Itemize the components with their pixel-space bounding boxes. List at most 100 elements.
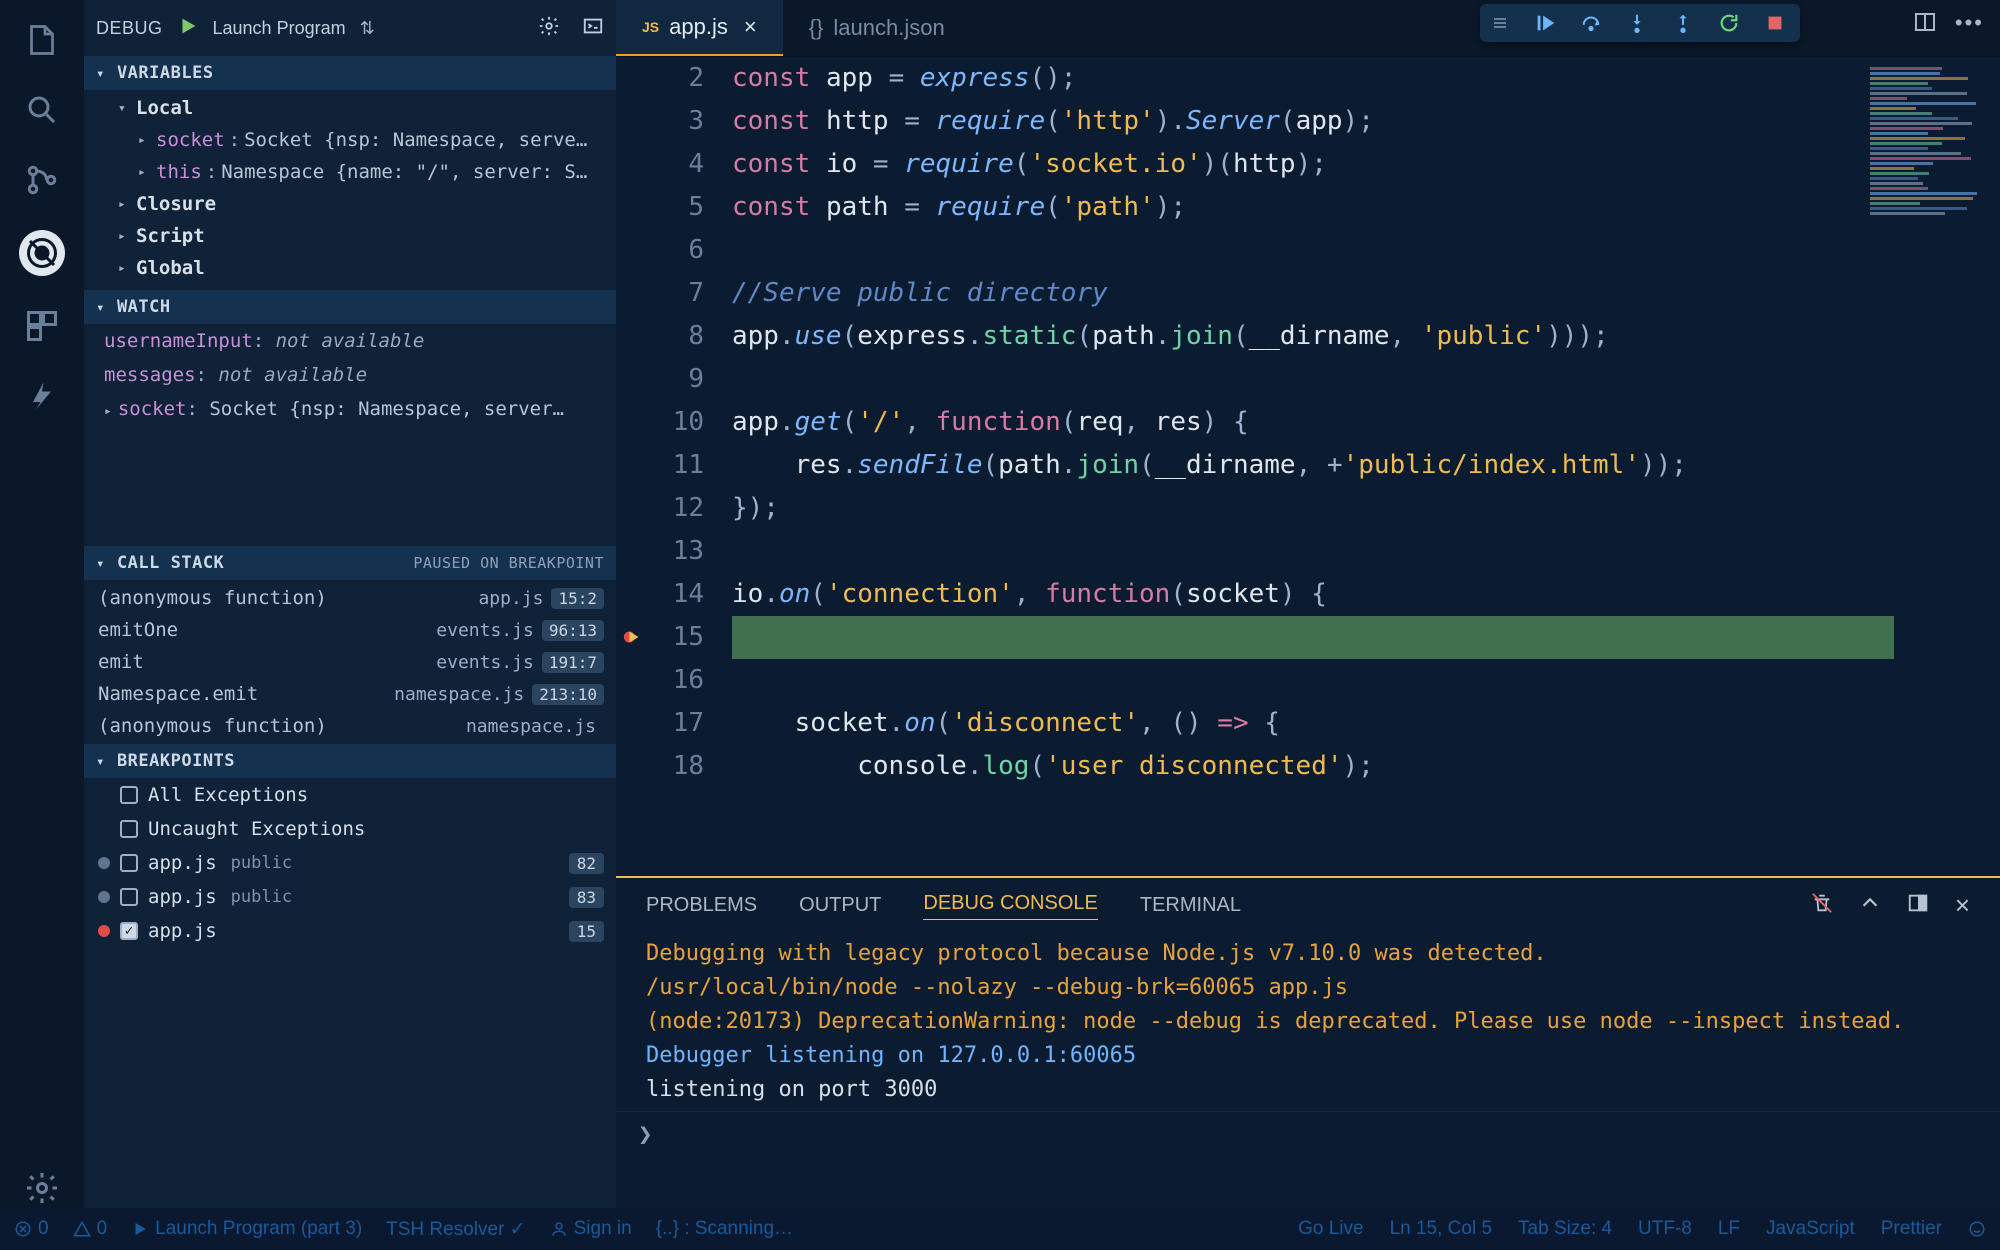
code-line[interactable]: 12}); [672, 487, 2000, 530]
variable-scope[interactable]: Global [84, 252, 616, 284]
callstack-header[interactable]: CALL STACKPAUSED ON BREAKPOINT [84, 546, 616, 580]
step-into-icon[interactable] [1626, 12, 1648, 34]
breakpoint-item[interactable]: Uncaught Exceptions [84, 812, 616, 846]
watch-expression[interactable]: messages: not available [84, 358, 616, 392]
status-item[interactable]: LF [1718, 1218, 1740, 1240]
variables-header[interactable]: VARIABLES [84, 56, 616, 90]
status-item[interactable]: UTF-8 [1638, 1218, 1692, 1240]
callstack-frame[interactable]: (anonymous function)namespace.js [84, 710, 616, 742]
code-line[interactable]: 13 [672, 530, 2000, 573]
code-line[interactable]: 10app.get('/', function(req, res) { [672, 401, 2000, 444]
close-tab-icon[interactable]: × [744, 14, 757, 40]
code-line[interactable]: 18 console.log('user disconnected'); [672, 745, 2000, 788]
status-item[interactable]: Sign in [550, 1218, 632, 1240]
current-line-marker-icon [622, 626, 644, 648]
callstack-frame[interactable]: emitevents.js191:7 [84, 646, 616, 678]
split-editor-icon[interactable] [1913, 10, 1937, 39]
variable-scope[interactable]: Closure [84, 188, 616, 220]
code-line[interactable]: 8app.use(express.static(path.join(__dirn… [672, 315, 2000, 358]
variable-item[interactable]: socket: Socket {nsp: Namespace, serve… [84, 124, 616, 156]
watch-expression[interactable]: usernameInput: not available [84, 324, 616, 358]
code-line[interactable]: 17 socket.on('disconnect', () => { [672, 702, 2000, 745]
status-item[interactable]: JavaScript [1766, 1218, 1855, 1240]
breakpoint-item[interactable]: app.js public 82 [84, 846, 616, 880]
editor-tab[interactable]: {} launch.json [783, 0, 971, 56]
status-item[interactable]: Tab Size: 4 [1518, 1218, 1612, 1240]
code-editor[interactable]: 2const app = express();3const http = req… [616, 57, 2000, 876]
panel-tab[interactable]: OUTPUT [799, 894, 881, 917]
breakpoint-checkbox[interactable] [120, 854, 138, 872]
azure-icon[interactable] [22, 376, 62, 416]
breakpoint-item[interactable]: ✓ app.js 15 [84, 914, 616, 948]
explorer-icon[interactable] [22, 20, 62, 60]
drag-handle-icon[interactable] [1494, 18, 1506, 28]
panel-collapse-icon[interactable] [1859, 892, 1881, 920]
code-line[interactable]: 7//Serve public directory [672, 272, 2000, 315]
breakpoints-header[interactable]: BREAKPOINTS [84, 744, 616, 778]
variable-scope[interactable]: Script [84, 220, 616, 252]
step-out-icon[interactable] [1672, 12, 1694, 34]
minimap[interactable] [1870, 65, 1990, 215]
tab-bar: JS app.js × {} launch.json ••• [616, 0, 2000, 56]
code-line[interactable]: 16 [672, 659, 2000, 702]
breakpoint-checkbox[interactable] [120, 820, 138, 838]
panel-tab[interactable]: TERMINAL [1140, 894, 1241, 917]
callstack-frame[interactable]: Namespace.emitnamespace.js213:10 [84, 678, 616, 710]
code-line[interactable]: 14io.on('connection', function(socket) { [672, 573, 2000, 616]
callstack-frame[interactable]: emitOneevents.js96:13 [84, 614, 616, 646]
callstack-frame[interactable]: (anonymous function)app.js15:2 [84, 582, 616, 614]
line-number: 3 [672, 100, 732, 143]
code-line[interactable]: 9 [672, 358, 2000, 401]
continue-icon[interactable] [1534, 12, 1556, 34]
extensions-icon[interactable] [22, 306, 62, 346]
breakpoint-checkbox[interactable] [120, 786, 138, 804]
status-item[interactable] [1968, 1220, 1986, 1238]
code-line[interactable]: 6 [672, 229, 2000, 272]
status-item[interactable]: 0 [73, 1218, 108, 1240]
status-item[interactable]: {..} : Scanning… [656, 1218, 793, 1240]
stop-icon[interactable] [1764, 12, 1786, 34]
clear-console-icon[interactable] [1811, 892, 1833, 920]
code-line[interactable]: 3const http = require('http').Server(app… [672, 100, 2000, 143]
debug-console-toggle-icon[interactable] [582, 15, 604, 42]
watch-header[interactable]: WATCH [84, 290, 616, 324]
debug-icon[interactable] [19, 230, 65, 276]
variable-scope[interactable]: Local [84, 92, 616, 124]
settings-gear-icon[interactable] [22, 1168, 62, 1208]
panel-layout-icon[interactable] [1907, 892, 1929, 920]
more-actions-icon[interactable]: ••• [1955, 10, 1984, 39]
status-item[interactable]: Ln 15, Col 5 [1390, 1218, 1492, 1240]
debug-config-selector[interactable]: Launch Program [213, 18, 346, 39]
status-item[interactable]: 0 [14, 1218, 49, 1240]
breakpoint-checkbox[interactable]: ✓ [120, 922, 138, 940]
panel-tab[interactable]: PROBLEMS [646, 894, 757, 917]
step-over-icon[interactable] [1580, 12, 1602, 34]
code-line[interactable]: 5const path = require('path'); [672, 186, 2000, 229]
line-number: 10 [672, 401, 732, 444]
debug-settings-icon[interactable] [538, 15, 560, 42]
config-caret-icon[interactable]: ⇅ [360, 18, 375, 39]
code-line[interactable]: 4const io = require('socket.io')(http); [672, 143, 2000, 186]
watch-expression[interactable]: socket: Socket {nsp: Namespace, server… [84, 392, 616, 426]
breakpoint-dot-icon [98, 925, 110, 937]
status-item[interactable]: TSH Resolver ✓ [386, 1218, 525, 1241]
code-line[interactable]: 15 console.log('a new user connected '); [672, 616, 2000, 659]
code-line[interactable]: 11 res.sendFile(path.join(__dirname, +'p… [672, 444, 2000, 487]
restart-icon[interactable] [1718, 12, 1740, 34]
search-icon[interactable] [22, 90, 62, 130]
status-bar: 0 0 Launch Program (part 3) TSH Resolver ✓ S… [0, 1208, 2000, 1250]
start-debug-icon[interactable] [177, 15, 199, 42]
breakpoint-checkbox[interactable] [120, 888, 138, 906]
code-line[interactable]: 2const app = express(); [672, 57, 2000, 100]
panel-tab[interactable]: DEBUG CONSOLE [923, 892, 1097, 920]
status-item[interactable]: Prettier [1881, 1218, 1942, 1240]
variable-item[interactable]: this: Namespace {name: "/", server: S… [84, 156, 616, 188]
git-icon[interactable] [22, 160, 62, 200]
breakpoint-item[interactable]: app.js public 83 [84, 880, 616, 914]
status-item[interactable]: Go Live [1298, 1218, 1363, 1240]
breakpoint-item[interactable]: All Exceptions [84, 778, 616, 812]
debug-console-input[interactable]: ❯ [616, 1111, 2000, 1156]
panel-close-icon[interactable]: × [1955, 890, 1970, 921]
status-item[interactable]: Launch Program (part 3) [131, 1218, 362, 1240]
editor-tab[interactable]: JS app.js × [616, 0, 783, 56]
